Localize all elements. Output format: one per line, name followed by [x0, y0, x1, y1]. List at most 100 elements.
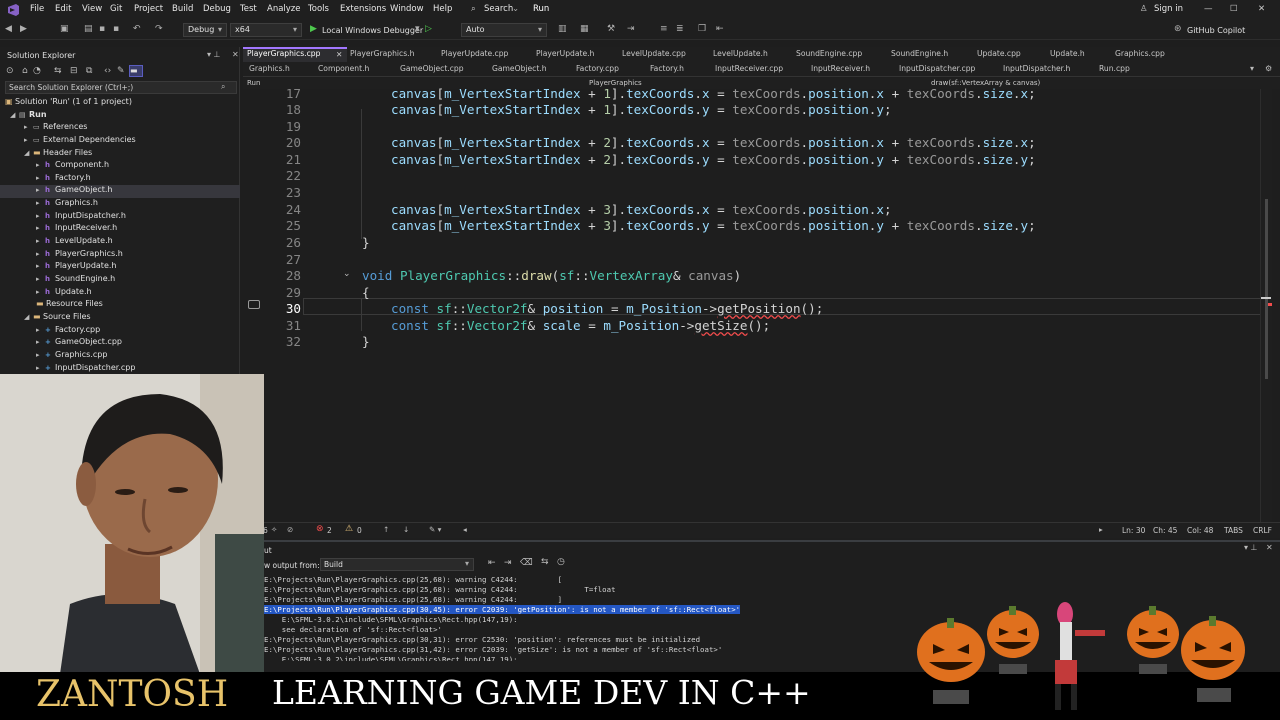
tab[interactable]: SoundEngine.h [891, 47, 948, 62]
sign-in-link[interactable]: Sign in [1154, 4, 1183, 14]
collapse-region-icon[interactable]: ⌄ [343, 269, 351, 279]
search-icon[interactable]: ⌕ [221, 82, 225, 92]
hot-reload-icon[interactable]: ▥ [558, 24, 567, 34]
home-icon[interactable]: ⌂ [22, 66, 28, 76]
tree-source-files[interactable]: ◢ ▬ Source Files [24, 312, 91, 325]
tab[interactable]: InputReceiver.cpp [715, 62, 783, 77]
tree-file[interactable]: ▸ h PlayerUpdate.h [36, 261, 116, 274]
solution-configuration-select[interactable]: Auto ▾ [461, 23, 547, 37]
tab[interactable]: Graphics.cpp [1115, 47, 1165, 62]
tab[interactable]: Run.cpp [1099, 62, 1130, 77]
menu-analyze[interactable]: Analyze [267, 4, 301, 14]
collapse-all-icon[interactable]: ⊟ [70, 66, 78, 76]
menu-view[interactable]: View [82, 4, 102, 14]
close-panel-icon[interactable]: ✕ [232, 50, 239, 59]
open-folder-icon[interactable]: ▤ [84, 24, 93, 34]
code-line[interactable]: void PlayerGraphics::draw(sf::VertexArra… [362, 268, 741, 283]
output-line-selected[interactable]: E:\Projects\Run\PlayerGraphics.cpp(30,45… [264, 605, 741, 614]
save-all-icon[interactable]: ▪ [113, 24, 119, 34]
github-copilot-button[interactable]: GitHub Copilot [1187, 26, 1245, 35]
tree-file[interactable]: ▸ h Update.h [36, 287, 92, 300]
tools-icon[interactable]: ⚒ [607, 24, 615, 34]
menu-project[interactable]: Project [134, 4, 163, 14]
platform-select[interactable]: x64 ▾ [230, 23, 302, 37]
output-line[interactable]: E:\Projects\Run\PlayerGraphics.cpp(25,68… [264, 575, 562, 584]
close-panel-icon[interactable]: ✕ [1266, 543, 1273, 552]
char-indicator[interactable]: Ch: 45 [1153, 526, 1177, 535]
tree-file[interactable]: ▸ + Graphics.cpp [36, 350, 107, 363]
start-without-debugging-icon[interactable]: ▷ [425, 24, 432, 34]
previous-message-icon[interactable]: ⇤ [488, 558, 496, 568]
scroll-left-icon[interactable]: ◂ [463, 525, 467, 534]
col-indicator[interactable]: Col: 48 [1187, 526, 1213, 535]
tree-references[interactable]: ▸ ▭ References [24, 122, 87, 135]
properties-icon[interactable]: ✎ [117, 66, 125, 76]
tab[interactable]: LevelUpdate.cpp [622, 47, 686, 62]
code-view-icon[interactable]: ‹› [104, 66, 111, 76]
menu-edit[interactable]: Edit [55, 4, 71, 14]
pin-icon[interactable]: ▾ ⊥ [1244, 543, 1258, 552]
tree-file[interactable]: ▸ h SoundEngine.h [36, 274, 115, 287]
tab-playergraphics-cpp[interactable]: PlayerGraphics.cpp ✕ [243, 47, 347, 62]
output-line[interactable]: see declaration of 'sf::Rect<float>' [264, 625, 442, 634]
output-source-select[interactable]: Build ▾ [320, 558, 474, 571]
code-line[interactable]: canvas[m_VertexStartIndex + 1].texCoords… [391, 86, 1036, 101]
tab[interactable]: Factory.h [650, 62, 684, 77]
code-line[interactable]: } [362, 235, 370, 250]
output-line[interactable]: E:\Projects\Run\PlayerGraphics.cpp(25,68… [264, 585, 616, 594]
tab[interactable]: GameObject.cpp [400, 62, 464, 77]
tab[interactable]: Component.h [318, 62, 369, 77]
output-line[interactable]: E:\SFML-3.0.2\include\SFML\Graphics\Rect… [264, 655, 518, 661]
tree-file[interactable]: ▸ h Graphics.h [36, 198, 98, 211]
next-issue-icon[interactable]: ↓ [403, 525, 409, 534]
intellicode-icon[interactable]: ✧ [271, 525, 277, 534]
tab[interactable]: InputReceiver.h [811, 62, 870, 77]
code-line[interactable]: const sf::Vector2f& scale = m_Position->… [391, 318, 770, 333]
word-wrap-icon[interactable]: ⇆ [541, 557, 549, 567]
code-editor[interactable]: ⌄ 17 canvas[m_VertexStartIndex + 1].texC… [243, 86, 1272, 522]
show-all-files-icon[interactable]: ⧉ [86, 66, 92, 76]
github-copilot-icon[interactable]: ⊛ [1174, 24, 1182, 34]
switch-view-icon[interactable]: ◔ [33, 66, 41, 76]
tab[interactable]: Factory.cpp [576, 62, 619, 77]
bookmark-prev-icon[interactable]: ⇤ [716, 24, 724, 34]
code-line[interactable]: canvas[m_VertexStartIndex + 3].texCoords… [391, 202, 892, 217]
solution-search-input[interactable]: Search Solution Explorer (Ctrl+;) ⌕ [5, 81, 237, 94]
refresh-icon[interactable]: ⇆ [54, 66, 62, 76]
output-line[interactable]: E:\Projects\Run\PlayerGraphics.cpp(31,42… [264, 645, 722, 654]
tab[interactable]: InputDispatcher.cpp [899, 62, 975, 77]
tab[interactable]: Update.h [1050, 47, 1085, 62]
start-debugging-button[interactable]: Local Windows Debugger [322, 26, 423, 35]
code-line[interactable]: } [362, 334, 370, 349]
menu-git[interactable]: Git [110, 4, 122, 14]
code-line[interactable]: { [362, 285, 370, 300]
back-icon[interactable]: ◀ [5, 24, 12, 34]
start-debugging-icon[interactable]: ▶ [310, 24, 317, 34]
new-item-icon[interactable]: ▣ [60, 24, 69, 34]
tree-file[interactable]: ▸ h PlayerGraphics.h [36, 249, 123, 262]
error-count[interactable]: 2 [327, 526, 332, 535]
close-tab-icon[interactable]: ✕ [336, 50, 342, 59]
configuration-select[interactable]: Debug ▾ [183, 23, 227, 37]
indent-mode[interactable]: TABS [1224, 526, 1243, 535]
minimize-icon[interactable]: — [1204, 4, 1213, 14]
settings-icon[interactable]: ⚙ [1265, 64, 1272, 73]
tree-file[interactable]: ▸ + GameObject.cpp [36, 337, 122, 350]
line-indicator[interactable]: Ln: 30 [1122, 526, 1145, 535]
chevron-down-icon[interactable]: ▾ [415, 24, 420, 34]
vertical-scrollbar[interactable] [1260, 89, 1272, 522]
forward-icon[interactable]: ▶ [20, 24, 27, 34]
clear-all-icon[interactable]: ⌫ [520, 558, 533, 568]
close-window-icon[interactable]: ✕ [1258, 4, 1265, 14]
tab-list-dropdown-icon[interactable]: ▾ [1250, 64, 1254, 73]
menu-extensions[interactable]: Extensions [340, 4, 386, 14]
health-icon[interactable]: ⊘ [287, 525, 293, 534]
comment-icon[interactable]: ≡ [660, 24, 668, 34]
tree-external-deps[interactable]: ▸ ▭ External Dependencies [24, 135, 136, 148]
menu-window[interactable]: Window [390, 4, 424, 14]
uncomment-icon[interactable]: ≣ [676, 24, 684, 34]
maximize-icon[interactable]: ☐ [1230, 4, 1238, 14]
tab[interactable]: PlayerUpdate.h [536, 47, 594, 62]
next-message-icon[interactable]: ⇥ [504, 558, 512, 568]
code-line[interactable]: canvas[m_VertexStartIndex + 2].texCoords… [391, 152, 1036, 167]
